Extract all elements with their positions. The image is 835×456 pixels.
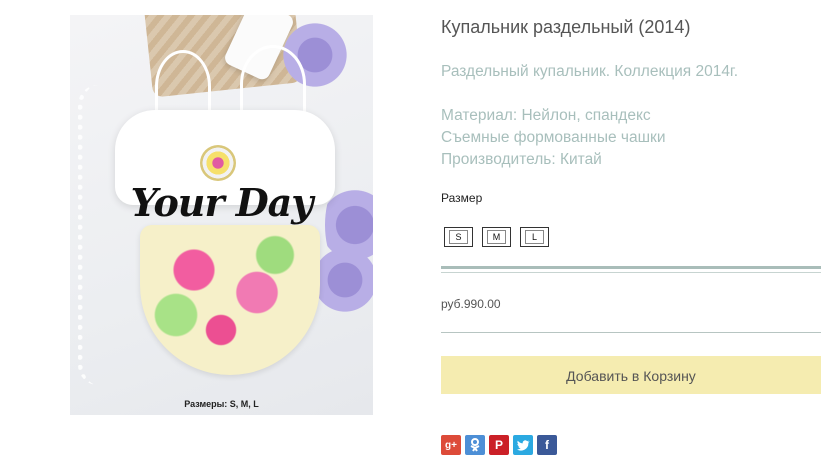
description-line: Производитель: Китай [441,151,602,168]
divider [441,272,821,273]
size-option-m[interactable]: M [482,227,511,247]
image-sizes-caption: Размеры: S, M, L [184,399,259,409]
description-line: Раздельный купальник. Коллекция 2014г. [441,63,739,80]
product-description: Раздельный купальник. Коллекция 2014г. М… [441,61,738,171]
facebook-icon[interactable]: f [537,435,557,455]
pinterest-icon[interactable]: P [489,435,509,455]
swimsuit-jewel [200,145,236,181]
product-price: руб.990.00 [441,297,501,311]
add-to-cart-button[interactable]: Добавить в Корзину [441,356,821,394]
size-option-s[interactable]: S [444,227,473,247]
odnoklassniki-icon[interactable] [465,435,485,455]
google-plus-icon[interactable]: g+ [441,435,461,455]
product-image[interactable]: Your Day Размеры: S, M, L [70,15,373,415]
size-option-l[interactable]: L [520,227,549,247]
twitter-icon[interactable] [513,435,533,455]
divider [441,332,821,333]
size-option-label: M [487,230,506,244]
divider [441,266,821,269]
size-option-label: S [449,230,468,244]
size-label: Размер [441,191,483,205]
social-share-bar: g+ P f [441,435,557,455]
description-gap [441,83,738,105]
description-line: Материал: Нейлон, спандекс [441,107,651,124]
product-title: Купальник раздельный (2014) [441,17,691,37]
image-brand-text: Your Day [130,180,314,225]
size-options: S M L [444,227,549,247]
swimsuit-bottom [140,225,320,375]
pearls-decoration [78,85,123,385]
size-option-label: L [525,230,544,244]
description-line: Съемные формованные чашки [441,129,666,146]
